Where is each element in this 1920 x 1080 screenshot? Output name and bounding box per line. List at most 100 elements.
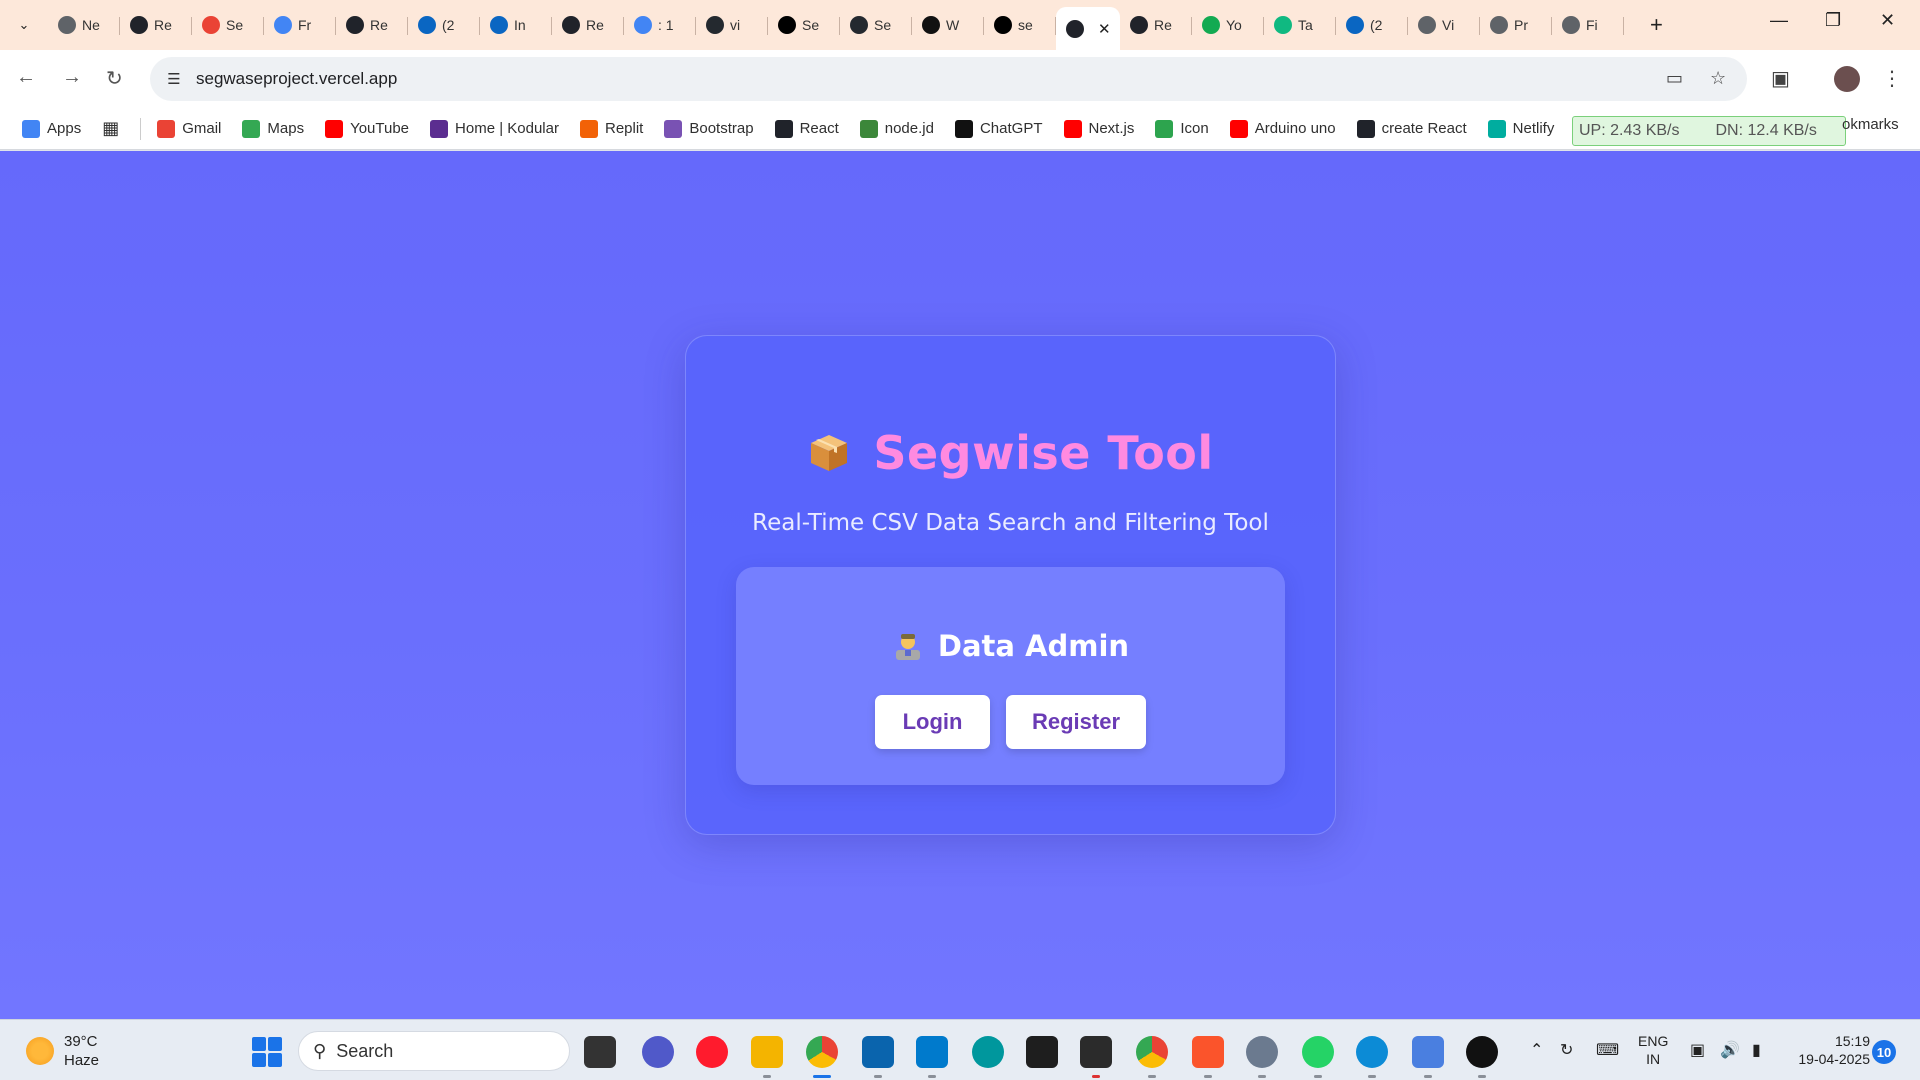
- tab[interactable]: Ta: [1264, 7, 1336, 43]
- tab[interactable]: Re: [120, 7, 192, 43]
- chrome-icon[interactable]: [806, 1036, 838, 1068]
- start-button[interactable]: [252, 1037, 282, 1067]
- bookmark-item[interactable]: Gmail: [157, 119, 221, 138]
- bookmark-item[interactable]: Home | Kodular: [430, 119, 559, 138]
- tab-groups-button[interactable]: ▦: [102, 118, 119, 139]
- vercel-icon: [994, 16, 1012, 34]
- windows-logo-icon: [268, 1053, 282, 1067]
- tab[interactable]: (2: [408, 7, 480, 43]
- bookmark-item[interactable]: Bootstrap: [664, 119, 754, 138]
- install-app-icon[interactable]: ▭: [1666, 68, 1683, 89]
- linkedin-icon: [1346, 16, 1364, 34]
- menu-kebab-icon[interactable]: ⋮: [1882, 66, 1902, 91]
- snip-sketch-icon[interactable]: [1412, 1036, 1444, 1068]
- bookmark-item[interactable]: Replit: [579, 119, 643, 138]
- sync-icon[interactable]: ↻: [1560, 1040, 1573, 1060]
- weather-widget[interactable]: 39°C Haze: [26, 1032, 99, 1070]
- bookmark-item[interactable]: Icon: [1155, 119, 1209, 138]
- tab[interactable]: Fi: [1552, 7, 1624, 43]
- profile-avatar[interactable]: [1834, 66, 1860, 92]
- tab-search-button[interactable]: ⌄: [10, 11, 38, 39]
- close-tab-icon[interactable]: ✕: [1098, 20, 1111, 38]
- plus-icon: +: [1650, 12, 1663, 37]
- back-button[interactable]: ←: [16, 66, 36, 89]
- restore-button[interactable]: ❐: [1825, 10, 1841, 31]
- bookmark-star-icon[interactable]: ☆: [1710, 68, 1726, 89]
- whatsapp-icon[interactable]: [1302, 1036, 1334, 1068]
- tab[interactable]: : 1: [624, 7, 696, 43]
- tab[interactable]: Yo: [1192, 7, 1264, 43]
- bookmark-item[interactable]: Next.js: [1063, 119, 1134, 138]
- brave-icon[interactable]: [1192, 1036, 1224, 1068]
- chevron-up-icon[interactable]: ⌃: [1530, 1040, 1543, 1060]
- tab[interactable]: Re: [1120, 7, 1192, 43]
- bookmark-item[interactable]: Netlify: [1487, 119, 1554, 138]
- vscode-icon[interactable]: [916, 1036, 948, 1068]
- extensions-icon[interactable]: ▣: [1771, 66, 1790, 91]
- address-bar[interactable]: ☰ segwaseproject.vercel.app ▭ ☆: [150, 57, 1747, 101]
- reload-button[interactable]: ↻: [106, 66, 123, 91]
- notification-badge[interactable]: 10: [1872, 1040, 1896, 1064]
- file-explorer-icon[interactable]: [751, 1036, 783, 1068]
- tab[interactable]: se: [984, 7, 1056, 43]
- new-tab-button[interactable]: +: [1650, 12, 1663, 38]
- forward-button[interactable]: →: [62, 66, 82, 89]
- battery-icon[interactable]: ▮: [1752, 1040, 1761, 1060]
- bookmark-item[interactable]: React: [774, 119, 839, 138]
- tab[interactable]: Fr: [264, 7, 336, 43]
- chatgpt-icon[interactable]: [1466, 1036, 1498, 1068]
- bookmark-item[interactable]: Arduino uno: [1229, 119, 1336, 138]
- settings-gear-icon[interactable]: [1246, 1036, 1278, 1068]
- running-indicator: [1258, 1075, 1266, 1078]
- bookmark-item[interactable]: node.jd: [859, 119, 934, 138]
- bookmark-item[interactable]: ChatGPT: [954, 119, 1043, 138]
- bookmark-item[interactable]: Apps: [22, 119, 81, 138]
- edge-icon[interactable]: [1356, 1036, 1388, 1068]
- nodejs-icon: [859, 119, 878, 138]
- tab[interactable]: Re: [336, 7, 408, 43]
- language-indicator[interactable]: ENG IN: [1638, 1032, 1668, 1068]
- tab[interactable]: Se: [768, 7, 840, 43]
- figma-icon[interactable]: [1026, 1036, 1058, 1068]
- url-text[interactable]: segwaseproject.vercel.app: [196, 69, 397, 89]
- package-icon: [807, 431, 851, 475]
- globe-icon: [1418, 16, 1436, 34]
- teams-chat-icon[interactable]: [642, 1036, 674, 1068]
- bookmark-item[interactable]: YouTube: [325, 119, 409, 138]
- tab[interactable]: Se: [840, 7, 912, 43]
- tab[interactable]: Se: [192, 7, 264, 43]
- arduino-icon[interactable]: [972, 1036, 1004, 1068]
- microsoft-store-icon[interactable]: [862, 1036, 894, 1068]
- opera-icon[interactable]: [696, 1036, 728, 1068]
- bookmark-item[interactable]: create React: [1356, 119, 1467, 138]
- tab[interactable]: Vi: [1408, 7, 1480, 43]
- tab-title: Vi: [1442, 17, 1455, 33]
- close-window-button[interactable]: ✕: [1880, 10, 1895, 31]
- tab-active[interactable]: ✕: [1056, 7, 1120, 50]
- register-button[interactable]: Register: [1006, 695, 1146, 749]
- tab[interactable]: vi: [696, 7, 768, 43]
- task-view-icon[interactable]: [584, 1036, 616, 1068]
- keyboard-icon[interactable]: ⌨: [1596, 1040, 1619, 1060]
- bootstrap-icon: [664, 119, 683, 138]
- site-info-icon[interactable]: ☰: [162, 67, 186, 91]
- tab[interactable]: (2: [1336, 7, 1408, 43]
- bookmark-item[interactable]: Maps: [242, 119, 304, 138]
- tab[interactable]: W: [912, 7, 984, 43]
- tab[interactable]: Re: [552, 7, 624, 43]
- tab-title: Fi: [1586, 17, 1598, 33]
- all-bookmarks-link[interactable]: okmarks: [1842, 116, 1899, 133]
- taskbar-search[interactable]: ⚲ Search: [298, 1031, 570, 1071]
- system-clock[interactable]: 15:19 19-04-2025: [1786, 1032, 1870, 1068]
- tab[interactable]: Pr: [1480, 7, 1552, 43]
- volume-icon[interactable]: 🔊: [1720, 1040, 1740, 1060]
- minimize-button[interactable]: —: [1770, 10, 1788, 31]
- tab[interactable]: Ne: [48, 7, 120, 43]
- tab[interactable]: In: [480, 7, 552, 43]
- login-button[interactable]: Login: [875, 695, 990, 749]
- snipping-tool-icon[interactable]: [1080, 1036, 1112, 1068]
- running-indicator: [763, 1075, 771, 1078]
- react-icon: [774, 119, 793, 138]
- network-icon[interactable]: ▣: [1690, 1040, 1705, 1060]
- chrome-profile-icon[interactable]: [1136, 1036, 1168, 1068]
